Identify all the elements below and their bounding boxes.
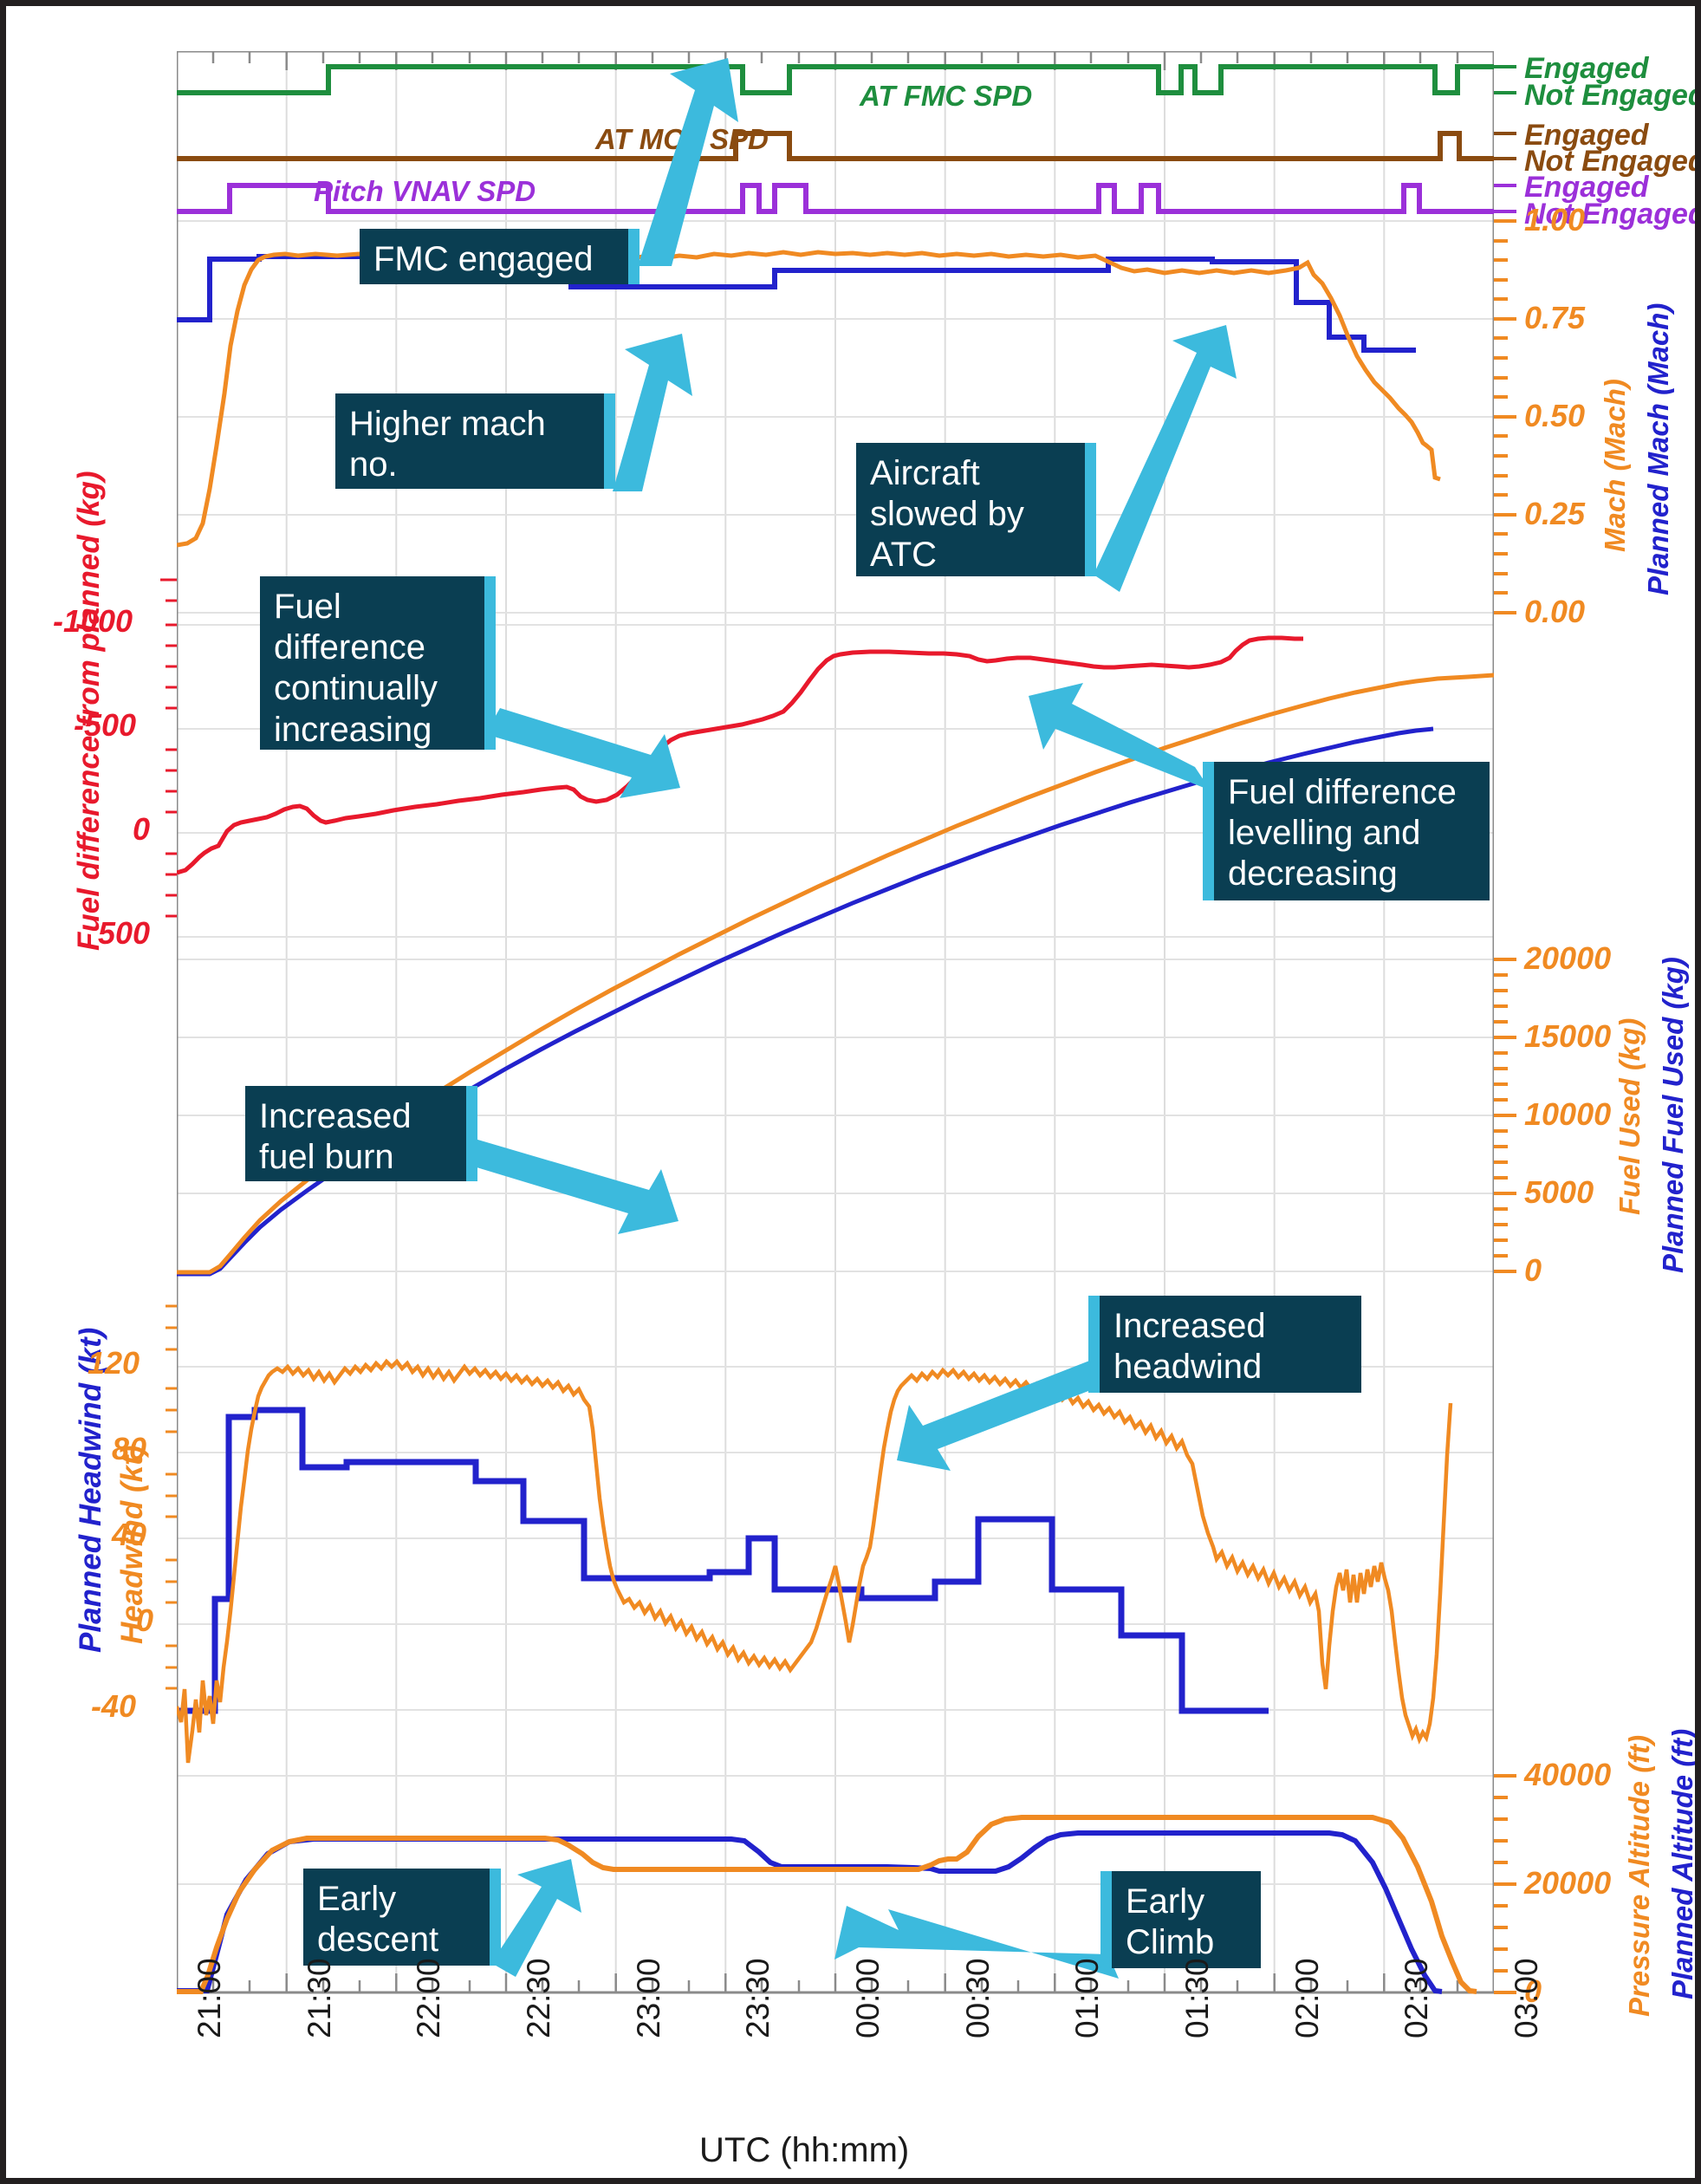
axis-title-pressure-altitude: Pressure Altitude (ft)	[1623, 1734, 1655, 2017]
ytick-fuel-used-15000: 15000	[1524, 1018, 1612, 1054]
xtick-0300: 03:00	[1509, 1958, 1544, 2038]
left-tick-marks	[160, 578, 177, 1690]
right-tick-marks	[1494, 65, 1516, 1994]
xtick-2300: 23:00	[631, 1958, 666, 2038]
xtick-0200: 02:00	[1289, 1958, 1325, 2038]
axis-title-utc: UTC (hh:mm)	[699, 2131, 910, 2169]
xtick-2230: 22:30	[521, 1958, 556, 2038]
series-label-at-fmc-spd: AT FMC SPD	[860, 80, 1033, 112]
ytick-fmc-not-engaged: Not Engaged	[1524, 79, 1701, 112]
ytick-fuel-used-0: 0	[1524, 1252, 1542, 1288]
ytick-mach-0-00: 0.00	[1524, 594, 1586, 629]
xtick-0030: 00:30	[960, 1958, 996, 2038]
series-label-at-mcp-spd: AT MCP SPD	[595, 123, 769, 155]
xtick-2100: 21:00	[192, 1958, 227, 2038]
ytick-fuel-used-10000: 10000	[1524, 1096, 1612, 1132]
axis-title-planned-altitude: Planned Altitude (ft)	[1666, 1728, 1698, 1999]
annotation-fuel-increasing: Fuel difference continually increasing	[260, 576, 496, 750]
ytick-headwind-40: 40	[112, 1517, 147, 1552]
annotation-early-climb: Early Climb	[1100, 1871, 1261, 1968]
xtick-2330: 23:30	[740, 1958, 776, 2038]
ytick-headwind-80: 80	[112, 1431, 147, 1466]
annotation-fmc-engaged: FMC engaged	[360, 229, 639, 284]
axis-title-planned-fuel-used: Planned Fuel Used (kg)	[1657, 957, 1689, 1273]
flight-data-plot	[177, 51, 1494, 1994]
ytick-mach-0-25: 0.25	[1524, 496, 1586, 531]
axis-title-mach: Mach (Mach)	[1599, 379, 1631, 552]
ytick-headwind-neg40: -40	[91, 1688, 137, 1724]
ytick-mach-1-00: 1.00	[1524, 202, 1586, 237]
annotation-early-descent: Early descent	[303, 1869, 501, 1966]
ytick-fuel-diff-500: 500	[98, 915, 151, 951]
ytick-fuel-used-20000: 20000	[1524, 940, 1612, 976]
series-planned-headwind	[177, 1407, 1269, 1714]
ytick-fuel-diff-neg500: -500	[74, 707, 137, 743]
ytick-mach-0-50: 0.50	[1524, 398, 1586, 433]
xtick-0000: 00:00	[850, 1958, 886, 2038]
ytick-headwind-0: 0	[136, 1602, 154, 1638]
annotation-increased-headwind: Increased headwind	[1088, 1296, 1361, 1393]
ytick-fuel-diff-0: 0	[133, 811, 151, 847]
grid-vertical	[177, 51, 1494, 1992]
xtick-2200: 22:00	[411, 1958, 446, 2038]
series-label-pitch-vnav-spd: Pitch VNAV SPD	[314, 175, 536, 207]
xtick-0230: 02:30	[1399, 1958, 1434, 2038]
axis-title-planned-mach: Planned Mach (Mach)	[1642, 302, 1674, 595]
ytick-headwind-120: 120	[88, 1345, 140, 1381]
ytick-fuel-diff-neg1000: -1000	[53, 603, 133, 639]
annotation-fuel-levelling: Fuel difference levelling and decreasing	[1203, 762, 1490, 900]
annotation-slowed-by-atc: Aircraft slowed by ATC	[856, 443, 1096, 576]
xtick-2130: 21:30	[302, 1958, 337, 2038]
series-headwind	[177, 1358, 1453, 1764]
ytick-mach-0-75: 0.75	[1524, 300, 1586, 335]
annotation-increased-fuel-burn: Increased fuel burn	[245, 1086, 477, 1181]
axis-title-fuel-used: Fuel Used (kg)	[1613, 1017, 1646, 1215]
chart-page: Fuel difference from planned (kg) Planne…	[0, 0, 1701, 2184]
ytick-fuel-used-5000: 5000	[1524, 1174, 1594, 1210]
ytick-altitude-40000: 40000	[1524, 1757, 1612, 1792]
xtick-0130: 01:30	[1179, 1958, 1215, 2038]
xtick-0100: 01:00	[1069, 1958, 1105, 2038]
ytick-altitude-20000: 20000	[1524, 1865, 1612, 1901]
annotation-higher-mach: Higher mach no.	[335, 393, 615, 489]
